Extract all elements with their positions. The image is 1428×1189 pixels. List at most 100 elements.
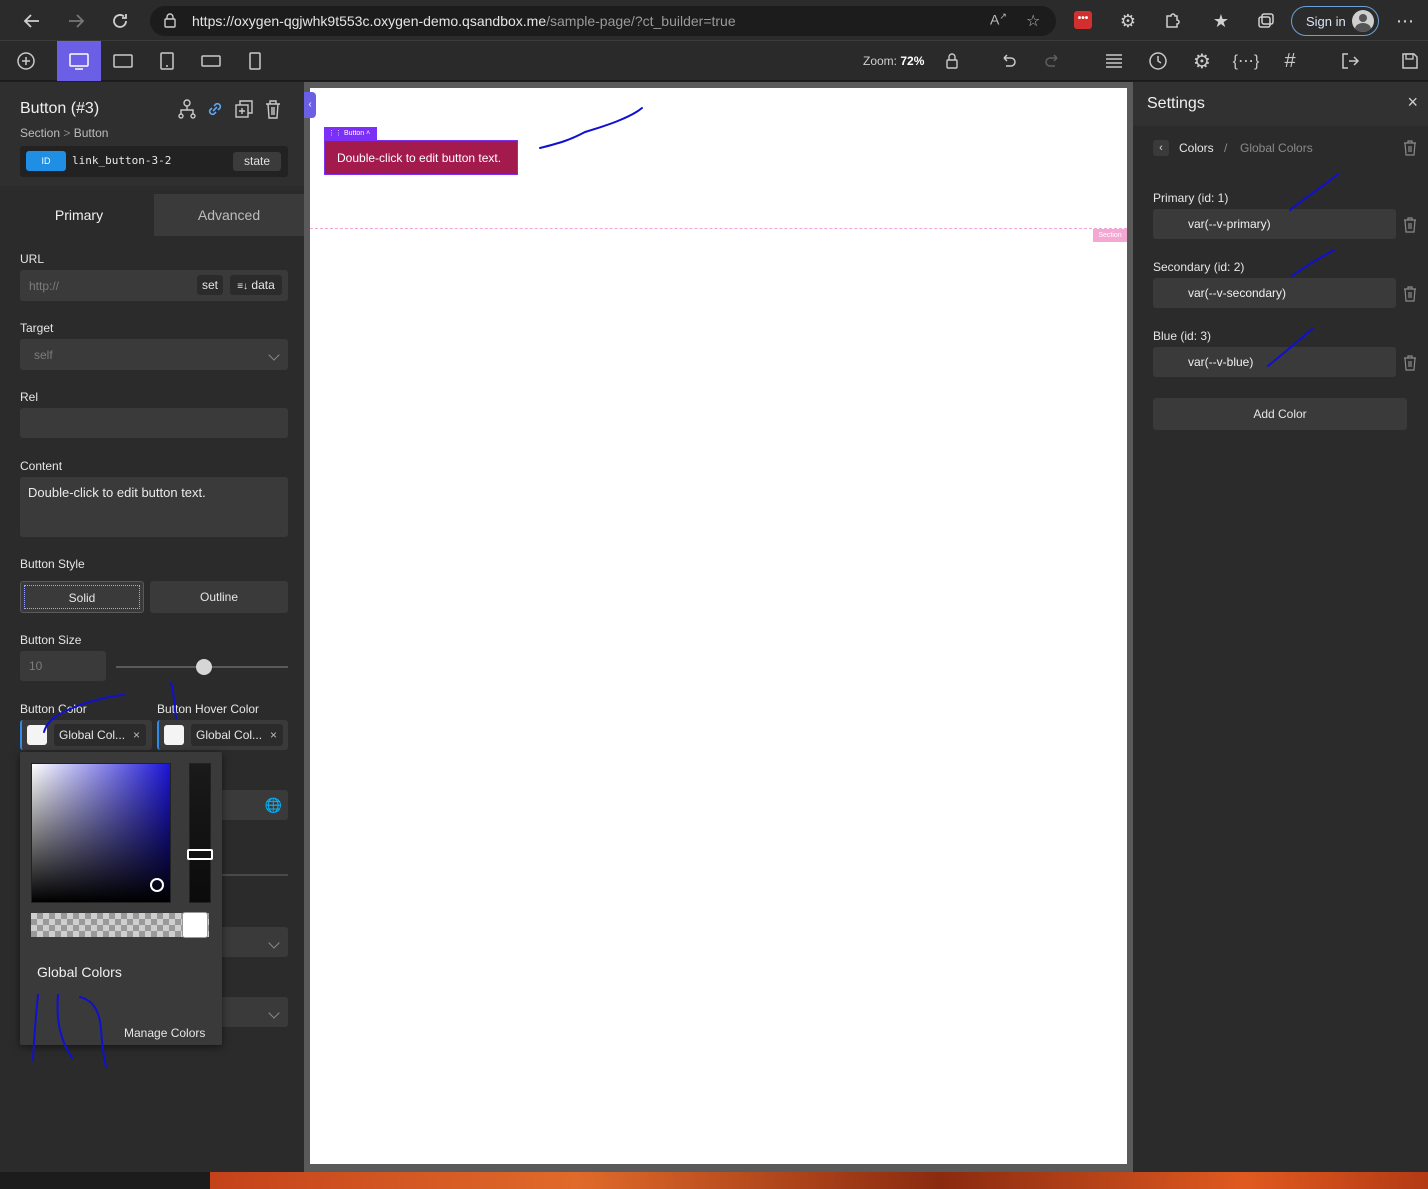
zoom-level: Zoom: 72% <box>863 54 925 68</box>
collections-icon[interactable] <box>1252 8 1278 34</box>
obscured-select[interactable] <box>220 997 288 1027</box>
back-icon[interactable] <box>19 8 45 34</box>
globe-icon: 🌐 <box>264 797 282 813</box>
collapse-panel-icon[interactable]: ‹ <box>304 92 316 118</box>
canvas-button[interactable]: Double-click to edit button text. <box>324 140 518 175</box>
url-placeholder: http:// <box>29 279 60 293</box>
desktop-view-icon[interactable] <box>57 41 101 81</box>
favorites-icon[interactable]: ★ <box>1208 8 1234 34</box>
content-textarea[interactable]: Double-click to edit button text. <box>20 477 288 537</box>
page-canvas[interactable] <box>310 88 1127 1164</box>
manage-colors-link[interactable]: Manage Colors <box>124 1026 205 1040</box>
button-color-label: Button Color <box>20 702 87 716</box>
structure-panel-icon[interactable] <box>1092 41 1136 81</box>
lock-icon[interactable] <box>930 41 974 81</box>
obscured-select[interactable] <box>220 927 288 957</box>
lock-icon <box>164 13 176 28</box>
chevron-up-icon[interactable]: ˄ <box>366 130 370 137</box>
global-color-name: Blue (id: 3) <box>1153 329 1212 343</box>
add-color-button[interactable]: Add Color <box>1153 398 1407 430</box>
phone-landscape-view-icon[interactable] <box>189 41 233 81</box>
color-picker-popup: Global Colors Manage Colors <box>20 752 222 1045</box>
style-solid-button[interactable]: Solid <box>20 581 144 613</box>
delete-icon[interactable] <box>1403 140 1417 156</box>
more-menu-icon[interactable]: ⋯ <box>1392 8 1418 34</box>
panel-header: Button (#3) Section > Button ID link_but… <box>0 82 304 186</box>
desktop-strip <box>0 1172 1428 1189</box>
phone-portrait-view-icon[interactable] <box>233 41 277 81</box>
link-icon[interactable] <box>204 98 226 120</box>
hue-slider[interactable] <box>189 763 211 903</box>
breadcrumb-global-colors: Global Colors <box>1240 141 1313 155</box>
button-style-label: Button Style <box>20 557 85 571</box>
rel-input[interactable] <box>20 408 288 438</box>
button-color-global-chip[interactable]: Global Col... × <box>54 724 146 746</box>
selectors-hash-icon[interactable]: # <box>1268 41 1312 81</box>
hierarchy-icon[interactable] <box>176 98 198 120</box>
clear-icon[interactable]: × <box>133 724 140 746</box>
chevron-down-icon <box>268 937 280 949</box>
button-size-label: Button Size <box>20 633 82 647</box>
button-color-field[interactable]: Global Col... × <box>20 720 152 750</box>
url-data-button[interactable]: ≡↓ data <box>230 275 282 295</box>
button-tag[interactable]: ⋮⋮ Button ˄ <box>324 127 377 140</box>
extensions-puzzle-icon[interactable] <box>1159 8 1185 34</box>
button-hover-color-field[interactable]: Global Col... × <box>157 720 288 750</box>
saturation-cursor[interactable] <box>150 878 164 892</box>
tablet-landscape-view-icon[interactable] <box>101 41 145 81</box>
tablet-portrait-view-icon[interactable] <box>145 41 189 81</box>
target-select[interactable]: self <box>20 339 288 370</box>
sign-in-button[interactable]: Sign in <box>1291 6 1379 36</box>
close-icon[interactable]: × <box>1407 92 1418 113</box>
alpha-slider-handle[interactable] <box>182 912 208 938</box>
element-id-field[interactable]: ID link_button-3-2 state <box>20 146 288 177</box>
history-icon[interactable] <box>1136 41 1180 81</box>
tab-advanced[interactable]: Advanced <box>154 194 304 236</box>
redo-icon[interactable] <box>1031 41 1075 81</box>
refresh-icon[interactable] <box>107 8 133 34</box>
global-color-value-input[interactable]: var(--v-secondary) <box>1153 278 1396 308</box>
tab-primary[interactable]: Primary <box>4 194 154 236</box>
url-set-button[interactable]: set <box>197 275 223 295</box>
extension-gear-icon[interactable]: ⚙ <box>1115 8 1141 34</box>
clear-icon[interactable]: × <box>270 724 277 746</box>
extension-red-icon[interactable]: ••• <box>1074 11 1092 29</box>
button-color-swatch[interactable] <box>27 725 47 745</box>
add-favorite-icon[interactable]: ☆ <box>1026 11 1040 31</box>
style-outline-button[interactable]: Outline <box>150 581 288 613</box>
undo-icon[interactable] <box>986 41 1030 81</box>
back-chevron-icon[interactable]: ‹ <box>1153 140 1169 156</box>
hue-slider-handle[interactable] <box>187 849 213 860</box>
hover-color-swatch[interactable] <box>164 725 184 745</box>
state-button[interactable]: state <box>233 152 281 171</box>
content-value: Double-click to edit button text. <box>28 485 206 500</box>
settings-panel: Settings × ‹ Colors / Global Colors Prim… <box>1133 82 1428 1172</box>
hover-color-global-chip[interactable]: Global Col... × <box>191 724 283 746</box>
obscured-slider[interactable] <box>220 874 288 876</box>
builder-toolbar: Zoom: 72% ⚙ {⋯} # <box>0 41 1428 81</box>
section-tag[interactable]: Section <box>1093 229 1127 242</box>
button-size-slider-handle[interactable] <box>195 659 212 675</box>
browser-toolbar: https://oxygen-qgjwhk9t553c.oxygen-demo.… <box>0 0 1428 41</box>
breadcrumb-colors[interactable]: Colors <box>1179 141 1214 155</box>
forward-icon[interactable] <box>63 8 89 34</box>
settings-gear-icon[interactable]: ⚙ <box>1180 41 1224 81</box>
url-input[interactable]: http:// set ≡↓ data <box>20 270 288 301</box>
global-color-value-input[interactable]: var(--v-primary) <box>1153 209 1396 239</box>
code-braces-icon[interactable]: {⋯} <box>1224 41 1268 81</box>
exit-builder-icon[interactable] <box>1328 41 1372 81</box>
global-color-value-input[interactable]: var(--v-blue) <box>1153 347 1396 377</box>
delete-icon[interactable] <box>1403 355 1417 371</box>
add-element-icon[interactable] <box>4 41 48 81</box>
rel-label: Rel <box>20 390 39 404</box>
breadcrumb-section[interactable]: Section <box>20 126 60 140</box>
delete-icon[interactable] <box>1403 217 1417 233</box>
address-bar[interactable]: https://oxygen-qgjwhk9t553c.oxygen-demo.… <box>150 6 1056 36</box>
delete-icon[interactable] <box>262 98 284 120</box>
duplicate-icon[interactable] <box>233 98 255 120</box>
button-size-input[interactable]: 10 <box>20 651 106 681</box>
drag-handle-icon[interactable]: ⋮⋮ <box>328 130 342 137</box>
save-icon[interactable] <box>1388 41 1428 81</box>
read-aloud-icon[interactable]: A↗ <box>990 11 1007 28</box>
delete-icon[interactable] <box>1403 286 1417 302</box>
